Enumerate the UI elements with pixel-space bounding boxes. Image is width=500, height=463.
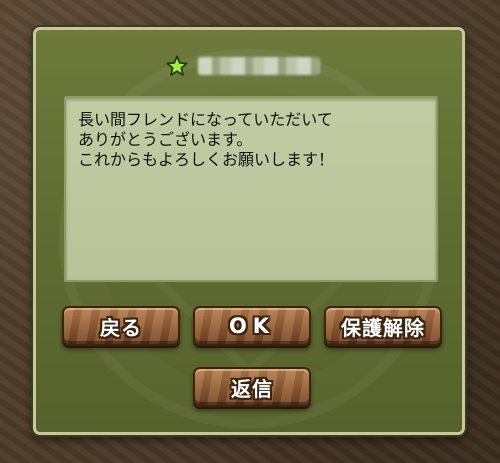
ok-button-label: OK xyxy=(228,314,276,338)
message-line: 長い間フレンドになっていただいて xyxy=(78,110,333,129)
message-line: これからもよろしくお願いします！ xyxy=(78,150,335,169)
green-star-icon xyxy=(166,55,188,77)
reply-button-label: 返信 xyxy=(231,376,273,401)
friend-mail-dialog: 長い間フレンドになっていただいて ありがとうございます。 これからもよろしくお願… xyxy=(33,27,465,435)
message-box: 長い間フレンドになっていただいて ありがとうございます。 これからもよろしくお願… xyxy=(64,96,438,282)
sender-header xyxy=(166,52,320,80)
back-button-label: 戻る xyxy=(100,315,142,340)
sender-name-redacted xyxy=(198,57,320,75)
unlock-protection-button-label: 保護解除 xyxy=(341,315,425,340)
back-button[interactable]: 戻る xyxy=(62,306,180,346)
ok-button[interactable]: OK xyxy=(193,306,311,346)
unlock-protection-button[interactable]: 保護解除 xyxy=(324,306,442,346)
message-line: ありがとうございます。 xyxy=(78,130,253,149)
reply-button[interactable]: 返信 xyxy=(193,367,311,407)
